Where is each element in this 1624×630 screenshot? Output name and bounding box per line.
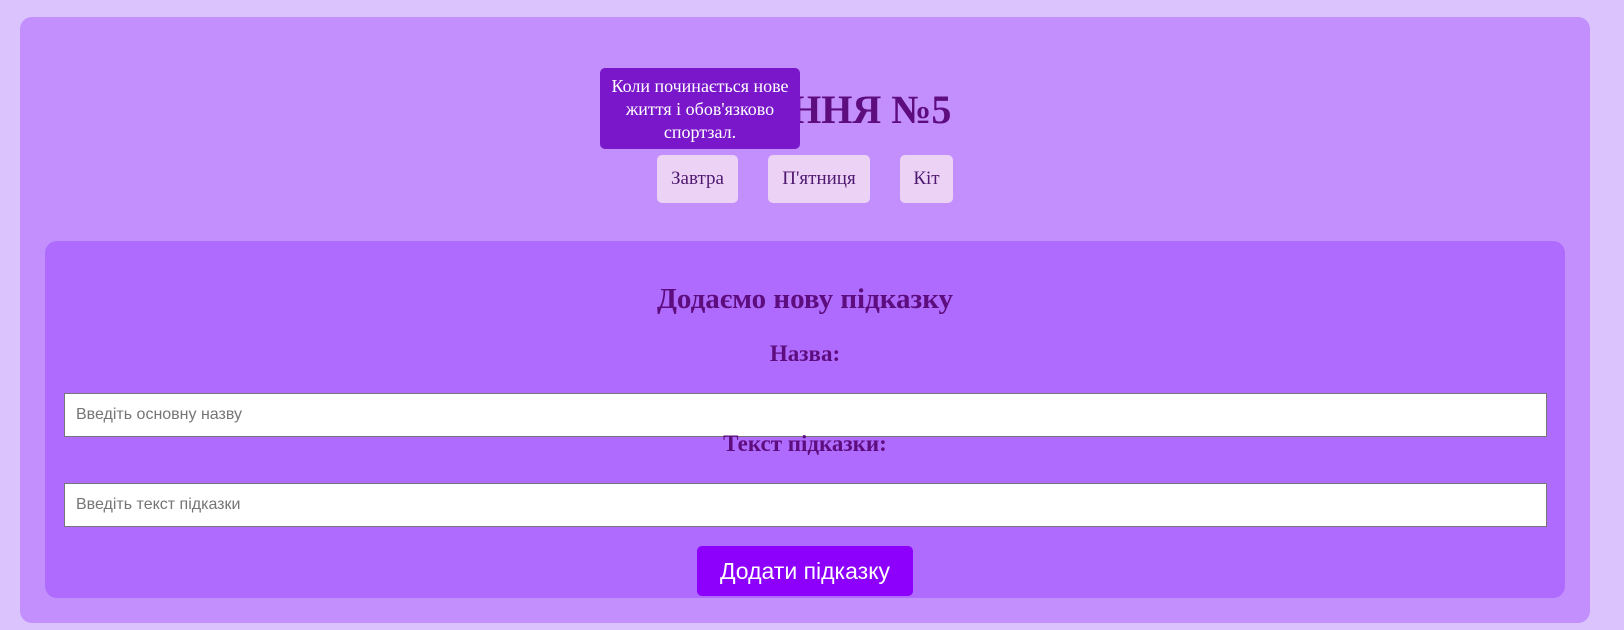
name-label: Назва: [769, 341, 841, 366]
add-hint-button[interactable]: Додати підказку [697, 546, 913, 596]
form-title: Додаємо нову підказку [656, 283, 953, 315]
hint-button-zavtra[interactable]: Завтра [657, 155, 738, 203]
add-hint-form: Додаємо нову підказку Назва: Текст підка… [45, 241, 1565, 598]
main-container: ЗАВДАННЯ №5 Завтра П'ятниця Кіт Коли поч… [20, 17, 1590, 623]
hint-text-input[interactable] [64, 483, 1547, 527]
hint-tooltip: Коли починається нове життя і обов'язков… [600, 68, 800, 149]
hint-button-pyatnytsia[interactable]: П'ятниця [768, 155, 870, 203]
page-title: ЗАВДАННЯ №5 [658, 87, 952, 132]
hint-text-label: Текст підказки: [723, 431, 887, 456]
hint-button-kit[interactable]: Кіт [900, 155, 953, 203]
